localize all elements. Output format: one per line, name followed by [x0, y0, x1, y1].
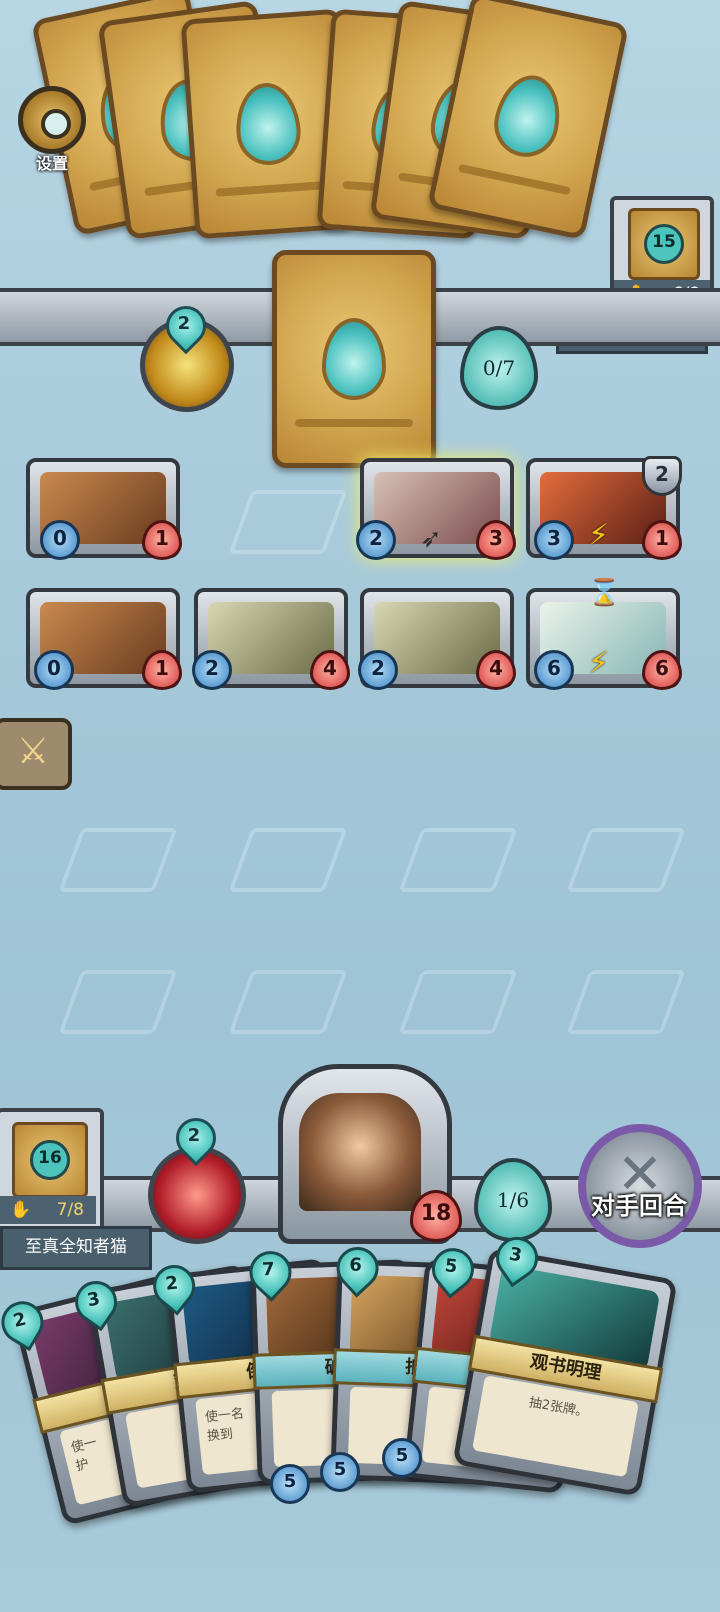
- settings-label: 设置: [35, 154, 68, 173]
- empty-slot: [58, 828, 178, 892]
- player-name-plate: 至真全知者猫: [0, 1226, 152, 1270]
- empty-slot: [398, 828, 518, 892]
- card-attack-badge: 5: [320, 1452, 360, 1492]
- empty-slot: [228, 490, 348, 554]
- player-mana-value: 1/6: [496, 1188, 530, 1212]
- minion-attack: 3: [534, 520, 574, 560]
- player-name: 至真全知者猫: [25, 1237, 127, 1257]
- minion-health: 4: [476, 650, 516, 690]
- minion-armor: 2: [642, 456, 682, 496]
- minion-attack: 0: [34, 650, 74, 690]
- end-turn-label: 对手回合: [591, 1192, 687, 1220]
- hand-icon: ✋: [10, 1200, 32, 1220]
- crossed-swords-button[interactable]: ⚔: [0, 718, 72, 790]
- empty-slot: [58, 970, 178, 1034]
- hourglass-icon: ⌛: [588, 578, 621, 608]
- empty-slot: [398, 970, 518, 1034]
- settings-button[interactable]: 设置: [14, 86, 90, 176]
- player-mana: 1/6: [474, 1158, 552, 1242]
- player-minion[interactable]: 6 6 ⌛ ⚡: [526, 578, 682, 690]
- minion-attack: 2: [358, 650, 398, 690]
- opponent-minion[interactable]: 2 3 ➶: [356, 458, 516, 560]
- card-attack-badge: 5: [270, 1464, 310, 1504]
- opponent-mana: 0/7: [460, 326, 538, 410]
- hand-count: ✋ 7/8: [0, 1196, 96, 1224]
- hand-count-value: 7/8: [56, 1200, 84, 1220]
- minion-health: 6: [642, 650, 682, 690]
- player-minion[interactable]: 2 4: [358, 588, 516, 690]
- deck-count-badge: 16: [30, 1140, 70, 1180]
- opponent-minion[interactable]: 0 1: [26, 458, 182, 560]
- bow-icon: ➶: [420, 524, 442, 554]
- crossed-swords-icon: ⚔: [16, 731, 50, 772]
- player-deck: 16 ✋ 7/8: [0, 1108, 104, 1232]
- minion-attack: 2: [192, 650, 232, 690]
- deck-count-badge: 15: [644, 224, 684, 264]
- minion-health: 1: [142, 650, 182, 690]
- minion-health: 1: [142, 520, 182, 560]
- empty-slot: [566, 828, 686, 892]
- minion-health: 4: [310, 650, 350, 690]
- lightning-icon: ⚡: [588, 518, 610, 553]
- minion-attack: 6: [534, 650, 574, 690]
- avatar: [299, 1093, 421, 1211]
- lightning-icon: ⚡: [588, 646, 610, 681]
- opponent-minion[interactable]: 3 1 2 ⚡: [526, 456, 682, 560]
- opponent-mana-value: 0/7: [482, 356, 516, 380]
- opponent-hero-card-back: [272, 250, 436, 468]
- minion-attack: 0: [40, 520, 80, 560]
- minion-attack: 2: [356, 520, 396, 560]
- empty-slot: [566, 970, 686, 1034]
- empty-slot: [228, 970, 348, 1034]
- gear-icon: [18, 86, 86, 154]
- player-minion[interactable]: 2 4: [192, 588, 350, 690]
- player-minion[interactable]: 0 1: [26, 588, 182, 690]
- minion-health: 1: [642, 520, 682, 560]
- card-attack-badge: 5: [382, 1438, 422, 1478]
- empty-slot: [228, 828, 348, 892]
- minion-health: 3: [476, 520, 516, 560]
- hand-card[interactable]: 观书明理 抽2张牌。 3: [452, 1228, 678, 1497]
